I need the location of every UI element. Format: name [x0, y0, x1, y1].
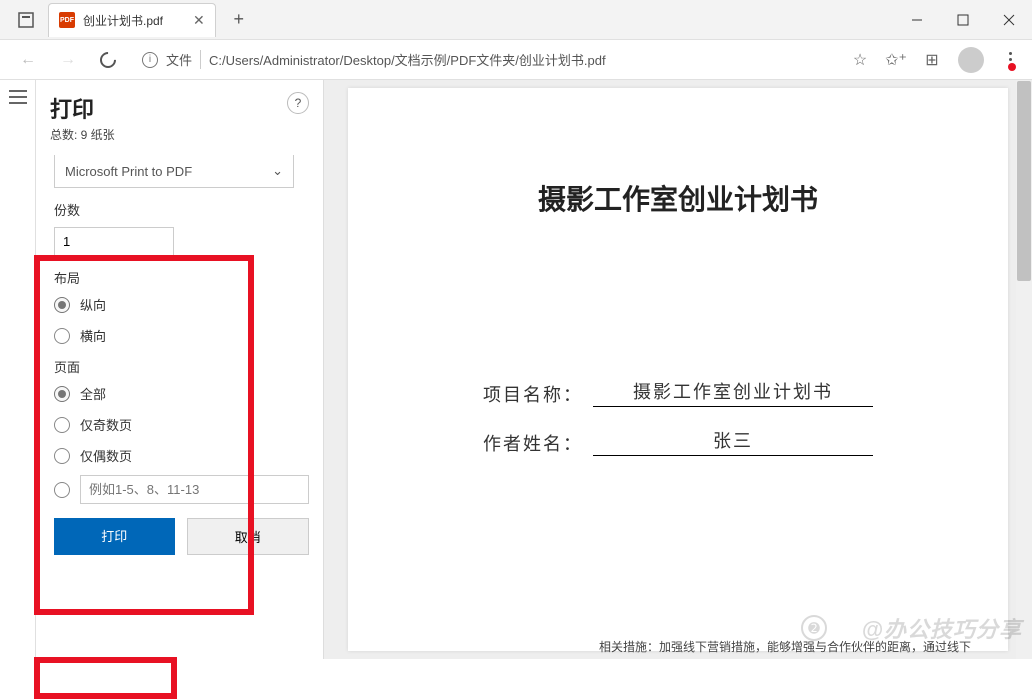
field-row: 项目名称： 摄影工作室创业计划书 — [483, 378, 873, 407]
favorites-icon[interactable]: ✩⁺ — [886, 50, 906, 70]
radio-icon — [54, 482, 70, 498]
cancel-button[interactable]: 取消 — [187, 518, 310, 555]
copies-input[interactable]: 1 — [54, 227, 174, 256]
scrollbar[interactable] — [1016, 80, 1032, 659]
pages-all-option[interactable]: 全部 — [54, 384, 309, 403]
refresh-button[interactable] — [92, 44, 124, 76]
tab-title: 创业计划书.pdf — [83, 12, 163, 29]
info-icon[interactable]: i — [142, 52, 158, 68]
printer-select[interactable]: Microsoft Print to PDF ⌄ — [54, 155, 294, 188]
pages-range-input[interactable] — [80, 475, 309, 504]
radio-icon — [54, 417, 70, 433]
field-value: 张三 — [593, 427, 873, 456]
menu-icon[interactable] — [1000, 50, 1020, 70]
star-icon[interactable]: ☆ — [850, 50, 870, 70]
collections-icon[interactable]: ⊞ — [922, 50, 942, 70]
pages-even-option[interactable]: 仅偶数页 — [54, 446, 309, 465]
address-field[interactable]: i 文件 C:/Users/Administrator/Desktop/文档示例… — [132, 50, 842, 69]
background-text: 相关措施：加强线下营销措施，能够增强与合作伙伴的距离，通过线下 — [599, 638, 971, 655]
layout-landscape-option[interactable]: 横向 — [54, 326, 309, 345]
tab-strip: PDF 创业计划书.pdf ✕ + — [0, 2, 894, 38]
profile-avatar[interactable] — [958, 47, 984, 73]
layout-portrait-option[interactable]: 纵向 — [54, 295, 309, 314]
field-label: 作者姓名： — [483, 430, 593, 456]
close-icon[interactable] — [986, 4, 1032, 36]
radio-label: 横向 — [80, 326, 106, 345]
tab-close-icon[interactable]: ✕ — [193, 12, 205, 29]
radio-icon — [54, 448, 70, 464]
chevron-down-icon: ⌄ — [272, 163, 283, 179]
radio-label: 仅奇数页 — [80, 415, 132, 434]
annotation-box — [34, 657, 177, 699]
panel-subtitle: 总数: 9 纸张 — [50, 126, 115, 143]
radio-icon — [54, 328, 70, 344]
print-button[interactable]: 打印 — [54, 518, 175, 555]
pdf-icon: PDF — [59, 12, 75, 28]
print-panel: 打印 总数: 9 纸张 ? Microsoft Print to PDF ⌄ 份… — [36, 80, 324, 659]
preview-page: 摄影工作室创业计划书 项目名称： 摄影工作室创业计划书 作者姓名： 张三 — [348, 88, 1008, 651]
pages-custom-option[interactable] — [54, 475, 309, 504]
radio-label: 纵向 — [80, 295, 106, 314]
url-scheme: 文件 — [166, 50, 201, 69]
new-tab-button[interactable]: + — [224, 5, 254, 35]
back-button[interactable]: ← — [12, 44, 44, 76]
panel-title: 打印 — [50, 92, 115, 124]
forward-button[interactable]: → — [52, 44, 84, 76]
layout-label: 布局 — [54, 268, 309, 287]
maximize-icon[interactable] — [940, 4, 986, 36]
side-panel-toggle[interactable] — [0, 80, 36, 659]
title-bar: PDF 创业计划书.pdf ✕ + — [0, 0, 1032, 40]
tab[interactable]: PDF 创业计划书.pdf ✕ — [48, 3, 216, 37]
scrollbar-thumb[interactable] — [1017, 81, 1031, 281]
url-text: C:/Users/Administrator/Desktop/文档示例/PDF文… — [209, 50, 832, 69]
pages-label: 页面 — [54, 357, 309, 376]
printer-select-value: Microsoft Print to PDF — [65, 164, 192, 179]
field-value: 摄影工作室创业计划书 — [593, 378, 873, 407]
radio-selected-icon — [54, 386, 70, 402]
radio-selected-icon — [54, 297, 70, 313]
address-bar: ← → i 文件 C:/Users/Administrator/Desktop/… — [0, 40, 1032, 80]
doc-title: 摄影工作室创业计划书 — [388, 178, 968, 218]
radio-label: 全部 — [80, 384, 106, 403]
copies-label: 份数 — [54, 200, 309, 219]
tab-manager-icon[interactable] — [8, 2, 44, 38]
field-row: 作者姓名： 张三 — [483, 427, 873, 456]
pages-odd-option[interactable]: 仅奇数页 — [54, 415, 309, 434]
help-icon[interactable]: ? — [287, 92, 309, 114]
field-label: 项目名称： — [483, 381, 593, 407]
radio-label: 仅偶数页 — [80, 446, 132, 465]
minimize-icon[interactable] — [894, 4, 940, 36]
window-controls — [894, 4, 1032, 36]
print-preview: 摄影工作室创业计划书 项目名称： 摄影工作室创业计划书 作者姓名： 张三 相关措… — [324, 80, 1032, 659]
